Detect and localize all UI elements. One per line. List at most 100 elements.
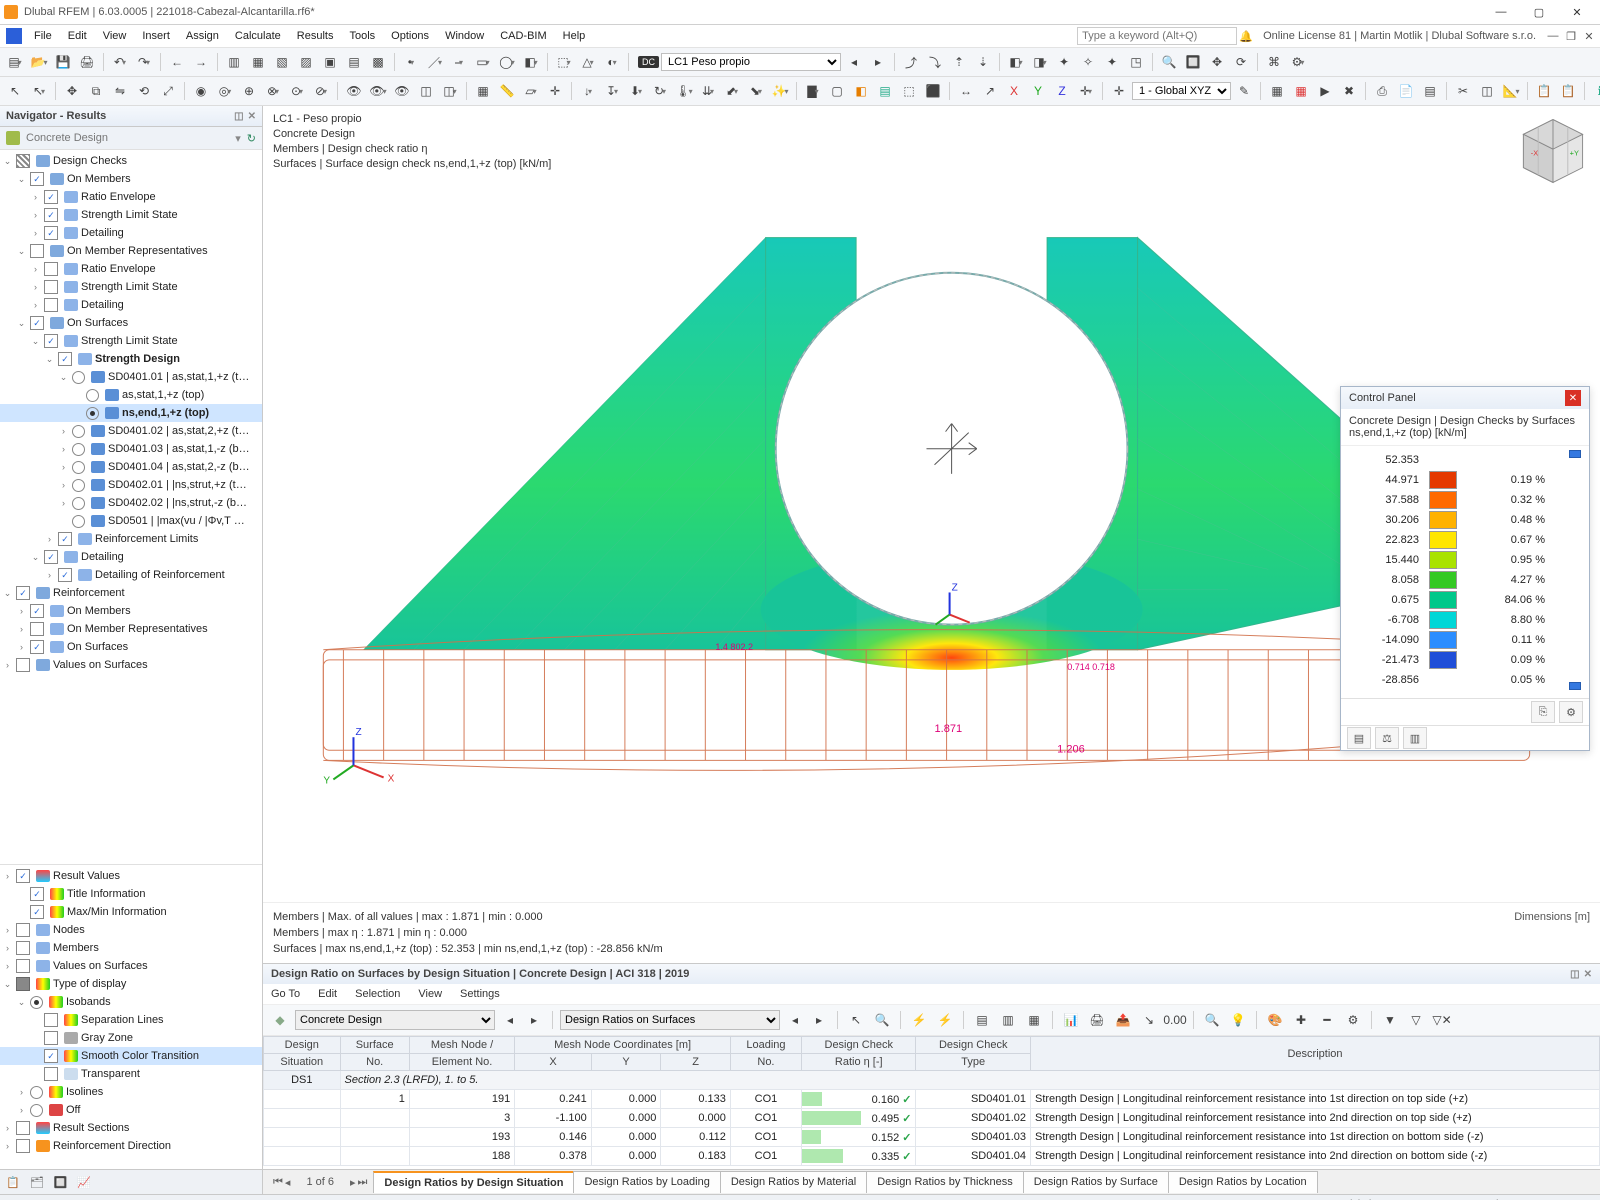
tabs-first-icon[interactable]: ⏮ — [273, 1176, 283, 1189]
rp-lamp-icon[interactable]: 💡 — [1227, 1009, 1249, 1031]
loadcase-selector[interactable]: LC1 Peso propio — [661, 53, 841, 71]
save-icon[interactable]: 💾 — [52, 51, 74, 73]
scale-tool-icon[interactable]: ⤢ — [157, 80, 179, 102]
tree-sd0401-04[interactable]: ›SD0401.04 | as,stat,2,-z (b… — [0, 458, 262, 476]
arrow-right-icon[interactable]: → — [190, 51, 212, 73]
select-add-icon[interactable]: ↖▾ — [28, 80, 50, 102]
close-button[interactable]: ✕ — [1558, 0, 1596, 24]
tree-disp-nodes[interactable]: ›Nodes — [0, 921, 262, 939]
th-surface[interactable]: Surface — [340, 1037, 409, 1054]
generate-tool-icon[interactable]: ⬚▾ — [553, 51, 575, 73]
refresh-icon[interactable]: ↻ — [247, 132, 256, 145]
render-icon[interactable]: ◧ — [850, 80, 872, 102]
report-icon[interactable]: 📄 — [1395, 80, 1417, 102]
tree-reinf-limits[interactable]: ›Reinforcement Limits — [0, 530, 262, 548]
visibility1-icon[interactable]: 👁 — [343, 80, 365, 102]
imposed-load-icon[interactable]: ⇊▾ — [697, 80, 719, 102]
rp-table3-icon[interactable]: ▦ — [1023, 1009, 1045, 1031]
rp-filter2-icon[interactable]: ⚡ — [934, 1009, 956, 1031]
zdir-icon[interactable]: Z — [1051, 80, 1073, 102]
tree-disp-members[interactable]: ›Members — [0, 939, 262, 957]
rp-table2-icon[interactable]: ▥ — [997, 1009, 1019, 1031]
rp-table-selector[interactable]: Design Ratios on Surfaces — [560, 1010, 780, 1030]
menu-file[interactable]: File — [26, 28, 60, 44]
navigator-float-icon[interactable]: ◫ — [234, 111, 243, 122]
tree-result-sections[interactable]: ›Result Sections — [0, 1119, 262, 1137]
nav-tab-views-icon[interactable]: 🔲 — [54, 1176, 68, 1189]
display-solid-icon[interactable]: ▇▾ — [802, 80, 824, 102]
tree-sd0401-01[interactable]: ⌄SD0401.01 | as,stat,1,+z (t… — [0, 368, 262, 386]
3d-view-icon[interactable]: ◳ — [1125, 51, 1147, 73]
axes-icon[interactable]: ✛▾ — [1075, 80, 1097, 102]
tree-reinf-members[interactable]: ›On Members — [0, 602, 262, 620]
tree-detailing-of-reinf[interactable]: ›Detailing of Reinforcement — [0, 566, 262, 584]
app-menu-icon[interactable] — [6, 28, 22, 44]
rp-prev1-icon[interactable]: ◂ — [499, 1009, 521, 1031]
tree-type-display[interactable]: ⌄Type of display — [0, 975, 262, 993]
results-float-icon[interactable]: ◫ — [1570, 969, 1579, 980]
table-row[interactable]: 1880.3780.0000.183CO10.335 ✓SD0401.04Str… — [264, 1147, 1600, 1166]
rp-plus-icon[interactable]: ✚ — [1290, 1009, 1312, 1031]
fe-mesh-icon[interactable]: ▦ — [1290, 80, 1312, 102]
tree-sd0402-01[interactable]: ›SD0402.01 | |ns,strut,+z (t… — [0, 476, 262, 494]
table-row[interactable]: 11910.2410.0000.133CO10.160 ✓SD0401.01St… — [264, 1090, 1600, 1109]
results-tab[interactable]: Design Ratios by Loading — [573, 1171, 720, 1193]
export-icon[interactable]: ⎙ — [1371, 80, 1393, 102]
cs-icon[interactable]: ✛ — [544, 80, 566, 102]
results-tab[interactable]: Design Ratios by Location — [1168, 1171, 1318, 1193]
legend-range-slider[interactable] — [1569, 450, 1581, 690]
clip-icon[interactable]: ◫ — [1476, 80, 1498, 102]
results-on-icon[interactable]: ▤ — [874, 80, 896, 102]
xz-view-icon[interactable]: ✦ — [1101, 51, 1123, 73]
tables-icon[interactable]: ▤ — [343, 51, 365, 73]
maximize-button[interactable]: ▢ — [1520, 0, 1558, 24]
cube1-icon[interactable]: ⬚ — [898, 80, 920, 102]
delete-results-icon[interactable]: ✖ — [1338, 80, 1360, 102]
cp-tab-scale[interactable]: ⚖ — [1375, 727, 1399, 749]
rp-clear-filter-icon[interactable]: ▽✕ — [1431, 1009, 1453, 1031]
tree-sls-surfaces[interactable]: ⌄Strength Limit State — [0, 332, 262, 350]
rp-prev2-icon[interactable]: ◂ — [784, 1009, 806, 1031]
surfaces-tool-icon[interactable]: ▭▾ — [472, 51, 494, 73]
grid-icon[interactable]: ▦ — [472, 80, 494, 102]
new-icon[interactable]: ▤▾ — [4, 51, 26, 73]
menu-view[interactable]: View — [95, 28, 135, 44]
tree-detailing-surf[interactable]: ⌄Detailing — [0, 548, 262, 566]
menu-assign[interactable]: Assign — [178, 28, 227, 44]
tree-strength-r[interactable]: ›Strength Limit State — [0, 278, 262, 296]
tree-sd0402-02[interactable]: ›SD0402.02 | |ns,strut,-z (b… — [0, 494, 262, 512]
table-row[interactable]: 3-1.1000.0000.000CO10.495 ✓SD0401.02Stre… — [264, 1109, 1600, 1128]
results-tab[interactable]: Design Ratios by Design Situation — [373, 1171, 574, 1193]
legend-settings-button[interactable]: ⚙ — [1559, 701, 1583, 723]
calc-icon[interactable]: ▶ — [1314, 80, 1336, 102]
workplane-icon[interactable]: ▱▾ — [520, 80, 542, 102]
snap1-icon[interactable]: ◉ — [190, 80, 212, 102]
load-wizard-icon[interactable]: ✨▾ — [769, 80, 791, 102]
legend-copy-button[interactable]: ⎘ — [1531, 701, 1555, 723]
tree-strength-design[interactable]: ⌄Strength Design — [0, 350, 262, 368]
rp-value-icon[interactable]: 0.00 — [1164, 1009, 1186, 1031]
temp-load-icon[interactable]: 🌡▾ — [673, 80, 695, 102]
tree-root-reinforcement[interactable]: ⌄Reinforcement — [0, 584, 262, 602]
rp-color-icon[interactable]: 🎨 — [1264, 1009, 1286, 1031]
rp-chart-icon[interactable]: 📊 — [1060, 1009, 1082, 1031]
zoom-fit-icon[interactable]: 🔍 — [1158, 51, 1180, 73]
menu-tools[interactable]: Tools — [341, 28, 383, 44]
tabs-next-icon[interactable]: ▸ — [350, 1176, 356, 1189]
copy-icon[interactable]: ⧉ — [85, 80, 107, 102]
tree-grayzone[interactable]: Gray Zone — [0, 1029, 262, 1047]
rp-highlight-icon[interactable]: 🔍 — [871, 1009, 893, 1031]
visibility4-icon[interactable]: ◫ — [415, 80, 437, 102]
cp-tab-filter[interactable]: ▥ — [1403, 727, 1427, 749]
tree-root-values-surfaces[interactable]: ›Values on Surfaces — [0, 656, 262, 674]
rp-menu-goto[interactable]: Go To — [271, 988, 300, 1000]
menu-calculate[interactable]: Calculate — [227, 28, 289, 44]
rp-next1-icon[interactable]: ▸ — [523, 1009, 545, 1031]
python-icon[interactable]: ⌘ — [1263, 51, 1285, 73]
tree-on-surfaces[interactable]: ⌄On Surfaces — [0, 314, 262, 332]
tree-smooth[interactable]: Smooth Color Transition — [0, 1047, 262, 1065]
diagram-icon[interactable]: ⤵ — [924, 51, 946, 73]
th-ratio[interactable]: Design Check — [802, 1037, 916, 1054]
area-load-icon[interactable]: ⬇▾ — [625, 80, 647, 102]
rp-pointer-icon[interactable]: ↖ — [845, 1009, 867, 1031]
